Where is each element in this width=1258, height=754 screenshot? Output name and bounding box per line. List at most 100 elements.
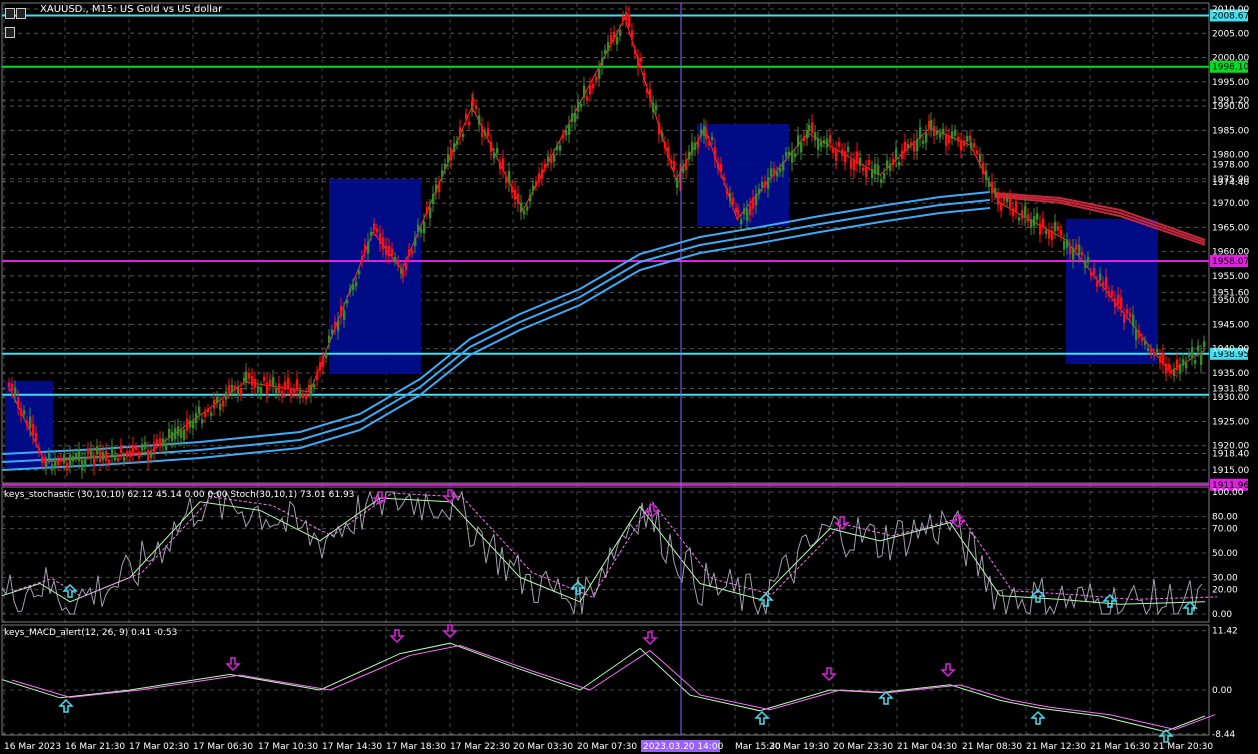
candle-body: [601, 58, 604, 68]
candle-body: [892, 158, 895, 166]
candle-body: [201, 419, 204, 424]
candle-body: [222, 400, 225, 407]
candle-body: [132, 444, 135, 455]
candle-body: [1102, 281, 1105, 287]
candle-body: [150, 452, 153, 458]
time-tick-label: 17 Mar 22:30: [450, 742, 510, 752]
candle-body: [420, 229, 423, 233]
price-tick-label: 1978.00: [1212, 160, 1249, 170]
candle-body: [1084, 260, 1087, 268]
candle-body: [529, 195, 532, 202]
candle-body: [429, 207, 432, 219]
chart-window-icon[interactable]: [5, 4, 35, 38]
candle-body: [933, 126, 936, 137]
price-tick-label: 2000.00: [1212, 54, 1249, 64]
candle-body: [985, 170, 988, 180]
candle-body: [310, 384, 313, 396]
candle-body: [45, 462, 48, 469]
candle-body: [856, 151, 859, 164]
time-tick-label: 16 Mar 21:30: [65, 742, 125, 752]
candle-body: [936, 130, 939, 135]
candle-body: [426, 207, 429, 214]
candle-body: [382, 237, 385, 249]
candle-body: [523, 210, 526, 215]
candle-body: [652, 102, 655, 113]
candle-body: [960, 140, 963, 151]
candle-body: [1173, 369, 1176, 376]
candle-body: [613, 31, 616, 39]
candle-body: [1033, 216, 1036, 227]
candle-body: [417, 224, 420, 232]
candle-body: [450, 148, 453, 161]
candle-body: [352, 284, 355, 291]
candle-body: [465, 113, 468, 120]
price-level-badge-text: 1998.10: [1212, 63, 1249, 73]
candle-body: [1045, 230, 1048, 234]
candle-body: [331, 329, 334, 334]
candle-body: [646, 88, 649, 93]
candle-body: [844, 151, 847, 163]
candle-body: [997, 195, 1000, 205]
macd-tick-label: 11.42: [1212, 627, 1238, 637]
candle-body: [800, 142, 803, 153]
candle-body: [237, 387, 240, 396]
candle-body: [1141, 337, 1144, 342]
candle-body: [1170, 370, 1173, 374]
candle-body: [913, 141, 916, 152]
price-tick-label: 1960.00: [1212, 248, 1249, 258]
candle-body: [135, 446, 138, 450]
price-tick-label: 1925.00: [1212, 417, 1249, 427]
time-tick-label: 16 Mar 2023: [4, 742, 61, 752]
candle-body: [580, 104, 583, 108]
candle-body: [120, 445, 123, 453]
candle-body: [1006, 198, 1009, 203]
candle-body: [316, 372, 319, 380]
candle-body: [496, 148, 499, 154]
candle-body: [658, 122, 661, 135]
candle-body: [325, 354, 328, 359]
candle-body: [397, 260, 400, 266]
candle-body: [586, 96, 589, 100]
candle-body: [532, 185, 535, 191]
candle-body: [1165, 363, 1168, 374]
time-tick-label: 17 Mar 02:30: [129, 742, 189, 752]
candle-body: [823, 140, 826, 144]
trading-chart[interactable]: 2008.671998.101958.071938.951911.96 2010…: [0, 0, 1258, 754]
candle-body: [17, 397, 20, 408]
candle-body: [1081, 251, 1084, 256]
candle-body: [883, 173, 886, 179]
candle-body: [213, 399, 216, 409]
candle-body: [216, 396, 219, 403]
candle-body: [720, 163, 723, 172]
candle-body: [234, 385, 237, 390]
candle-body: [228, 385, 231, 393]
candle-body: [183, 429, 186, 440]
candle-body: [1159, 355, 1162, 363]
candle-body: [619, 30, 622, 36]
candle-body: [1078, 244, 1081, 255]
candle-body: [75, 453, 78, 458]
candle-body: [54, 457, 57, 468]
candle-body: [11, 383, 14, 392]
candle-body: [81, 459, 84, 471]
candle-body: [670, 159, 673, 165]
candle-body: [1168, 363, 1171, 370]
candle-body: [714, 147, 717, 159]
candle-body: [328, 335, 331, 343]
candle-body: [661, 132, 664, 138]
candle-body: [302, 393, 305, 398]
candle-body: [337, 320, 340, 332]
stochastic-header: keys_stochastic (30,10,10) 62.12 45.14 0…: [4, 490, 355, 500]
candle-body: [970, 142, 973, 149]
price-tick-label: 2010.00: [1212, 5, 1249, 15]
candle-body: [1182, 359, 1185, 366]
candle-body: [435, 184, 438, 193]
candle-body: [907, 143, 910, 149]
candle-body: [740, 219, 743, 225]
crosshair-time-label: 2023.03.20 14:00: [643, 742, 724, 752]
candle-body: [901, 150, 904, 159]
candle-body: [90, 449, 93, 459]
candle-body: [811, 122, 814, 134]
candle-body: [129, 450, 132, 457]
price-tick-label: 1974.40: [1212, 178, 1249, 188]
